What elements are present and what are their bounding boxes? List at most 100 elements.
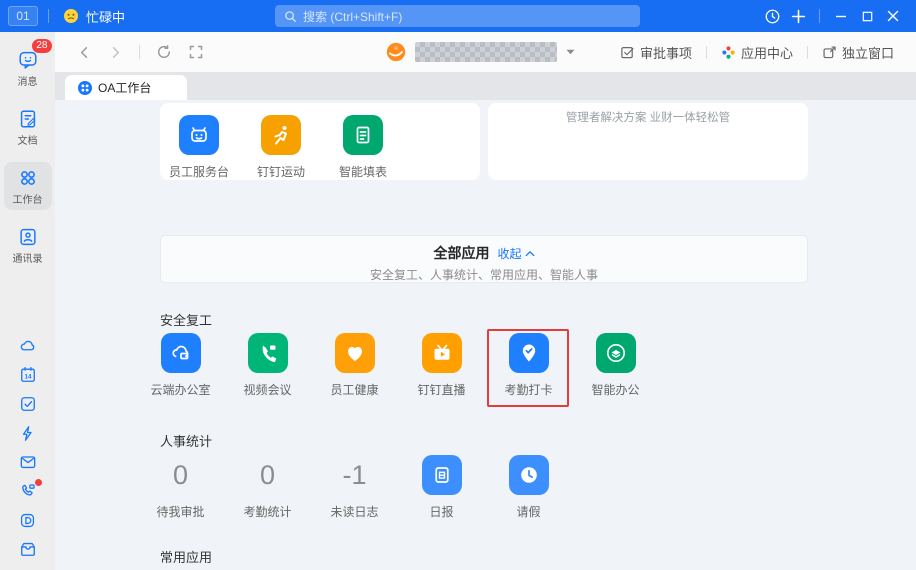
phone-icon[interactable] bbox=[16, 479, 42, 501]
stat-attendance[interactable]: 0 考勤统计 bbox=[224, 455, 311, 520]
unread-count-badge: 28 bbox=[32, 39, 52, 53]
workbench-tab-icon bbox=[78, 80, 92, 95]
sidebar-item-contacts[interactable]: 通讯录 bbox=[4, 221, 52, 269]
all-apps-categories: 安全复工、人事统计、常用应用、智能人事 bbox=[369, 268, 598, 282]
popout-window-button[interactable]: 独立窗口 bbox=[808, 43, 908, 62]
app-label: 智能填表 bbox=[338, 165, 387, 179]
dingtalk-sports-icon bbox=[261, 115, 301, 155]
ding-drive-icon[interactable] bbox=[16, 510, 40, 530]
document-icon bbox=[20, 110, 35, 128]
app-smart-office[interactable]: 智能办公 bbox=[572, 333, 659, 398]
sidebar-item-docs[interactable]: 文档 bbox=[4, 103, 52, 151]
tab-oa-workbench[interactable]: OA工作台 bbox=[65, 75, 188, 100]
calendar-icon[interactable]: 14 bbox=[16, 365, 40, 385]
contacts-icon bbox=[19, 228, 36, 246]
tabbar: OA工作台 bbox=[55, 72, 916, 100]
approval-items-button[interactable]: 审批事项 bbox=[606, 43, 706, 62]
collapse-button[interactable]: 收起 bbox=[497, 245, 534, 262]
hr-stats-row: 0 待我审批 0 考勤统计 -1 未读日志 日报 请假 bbox=[137, 455, 572, 520]
back-icon[interactable] bbox=[77, 45, 92, 60]
app-employee-service-desk[interactable]: 员工服务台 bbox=[158, 115, 240, 180]
dingtalk-live-icon bbox=[421, 333, 462, 373]
search-input[interactable]: 搜索 (Ctrl+Shift+F) bbox=[275, 5, 640, 27]
stat-value: 0 bbox=[172, 460, 189, 490]
employee-service-desk-icon bbox=[179, 115, 219, 155]
storage-box-icon[interactable] bbox=[16, 539, 40, 559]
action-label: 应用中心 bbox=[740, 45, 793, 61]
search-placeholder: 搜索 (Ctrl+Shift+F) bbox=[303, 9, 403, 24]
section-title-safety: 安全复工 bbox=[160, 313, 213, 328]
screenshot-icon[interactable] bbox=[188, 44, 204, 60]
stat-value: -1 bbox=[342, 460, 367, 490]
app-daily-report[interactable]: 日报 bbox=[398, 455, 485, 520]
user-status-button[interactable]: 忙碌中 bbox=[63, 7, 125, 26]
app-label: 日报 bbox=[429, 505, 454, 519]
stat-label: 未读日志 bbox=[330, 505, 379, 519]
forward-icon[interactable] bbox=[108, 45, 123, 60]
approval-check-icon bbox=[621, 46, 634, 58]
app-center-button[interactable]: 应用中心 bbox=[707, 43, 807, 62]
divider bbox=[48, 9, 49, 23]
action-label: 独立窗口 bbox=[841, 45, 894, 61]
app-center-icon bbox=[722, 45, 735, 59]
workbench-content: 员工服务台 钉钉运动 智能填表 管理者解决方案 业财一体轻松管 全部应用 收起 … bbox=[55, 100, 916, 570]
sidebar-item-messages[interactable]: 28 消息 bbox=[4, 39, 52, 92]
minimize-button[interactable] bbox=[828, 3, 854, 29]
app-smart-form[interactable]: 智能填表 bbox=[322, 115, 404, 180]
sidebar: 28 消息 文档 工作台 通讯录 14 bbox=[0, 32, 55, 570]
banner-card[interactable]: 管理者解决方案 业财一体轻松管 bbox=[488, 103, 808, 180]
app-label: 钉钉直播 bbox=[417, 383, 466, 397]
stat-unread-logs[interactable]: -1 未读日志 bbox=[311, 455, 398, 520]
app-label: 请假 bbox=[516, 505, 541, 519]
mail-icon[interactable] bbox=[16, 452, 40, 472]
all-apps-title: 全部应用 bbox=[433, 245, 490, 261]
new-window-plus-icon[interactable] bbox=[785, 3, 811, 29]
app-employee-health[interactable]: 员工健康 bbox=[311, 333, 398, 398]
app-attendance-checkin[interactable]: 考勤打卡 bbox=[485, 333, 572, 398]
all-apps-card: 全部应用 收起 安全复工、人事统计、常用应用、智能人事 bbox=[160, 235, 808, 283]
stat-label: 考勤统计 bbox=[243, 505, 292, 519]
app-video-meeting[interactable]: 视频会议 bbox=[224, 333, 311, 398]
busy-emoji-icon bbox=[64, 9, 78, 23]
cloud-office-icon bbox=[160, 333, 201, 373]
toolbar-actions: 审批事项 应用中心 独立窗口 bbox=[606, 32, 908, 72]
smart-office-icon bbox=[595, 333, 636, 373]
app-label: 视频会议 bbox=[243, 383, 292, 397]
toolbar: 审批事项 应用中心 独立窗口 bbox=[55, 32, 916, 72]
sidebar-item-workbench[interactable]: 工作台 bbox=[3, 162, 52, 210]
notification-dot bbox=[34, 479, 42, 486]
divider bbox=[819, 9, 820, 23]
app-label: 员工健康 bbox=[330, 383, 379, 397]
refresh-icon[interactable] bbox=[156, 44, 172, 60]
smart-form-icon bbox=[343, 115, 383, 155]
maximize-button[interactable] bbox=[854, 3, 880, 29]
app-dingtalk-live[interactable]: 钉钉直播 bbox=[398, 333, 485, 398]
app-cloud-office[interactable]: 云端办公室 bbox=[137, 333, 224, 398]
todo-icon[interactable] bbox=[16, 394, 40, 414]
divider bbox=[139, 45, 140, 59]
app-leave-request[interactable]: 请假 bbox=[485, 455, 572, 520]
app-label: 员工服务台 bbox=[168, 165, 229, 179]
tab-label: OA工作台 bbox=[98, 81, 152, 95]
app-label: 考勤打卡 bbox=[504, 383, 553, 397]
calendar-day: 14 bbox=[24, 374, 31, 381]
flash-icon[interactable] bbox=[16, 423, 40, 443]
sidebar-item-label: 工作台 bbox=[12, 195, 43, 206]
history-icon[interactable] bbox=[759, 3, 785, 29]
section-title-common: 常用应用 bbox=[160, 550, 213, 565]
safety-apps-row: 云端办公室 视频会议 员工健康 钉钉直播 考勤打卡 智能办公 bbox=[137, 333, 659, 398]
organization-switcher[interactable] bbox=[385, 41, 576, 63]
cloud-drive-icon[interactable] bbox=[16, 336, 40, 356]
stat-my-approvals[interactable]: 0 待我审批 bbox=[137, 455, 224, 520]
chevron-up-icon bbox=[525, 250, 534, 256]
popout-icon bbox=[823, 45, 836, 58]
leave-request-icon bbox=[508, 455, 549, 495]
close-button[interactable] bbox=[880, 3, 906, 29]
app-dingtalk-sports[interactable]: 钉钉运动 bbox=[240, 115, 322, 180]
status-label: 忙碌中 bbox=[86, 9, 126, 25]
search-icon bbox=[285, 10, 296, 22]
app-label: 云端办公室 bbox=[150, 383, 211, 397]
stat-value: 0 bbox=[259, 460, 276, 490]
sidebar-item-label: 通讯录 bbox=[12, 254, 43, 265]
app-label: 智能办公 bbox=[591, 383, 640, 397]
